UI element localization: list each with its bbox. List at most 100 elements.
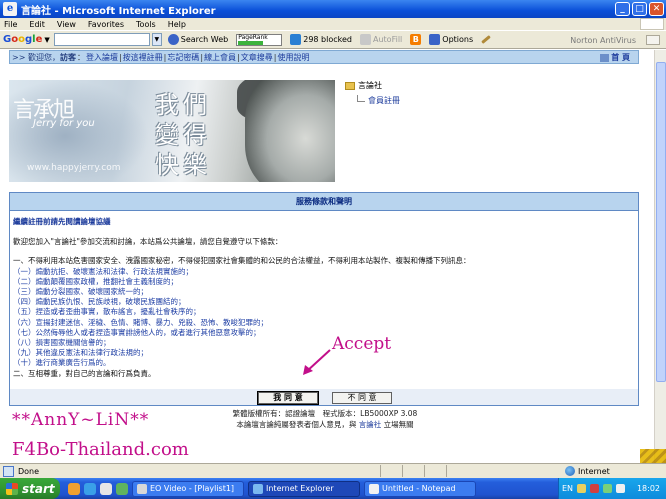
task-notepad[interactable]: Untitled - Notepad xyxy=(364,480,476,497)
windows-taskbar: start EO Video - [Playlist1] Internet Ex… xyxy=(0,478,666,499)
home-link[interactable]: 首 頁 xyxy=(600,52,630,63)
google-menu-caret-icon[interactable]: ▼ xyxy=(44,36,49,44)
footer-forum-link[interactable]: 言論社 xyxy=(359,420,382,429)
welcome-text: 歡迎您， xyxy=(27,52,60,62)
start-button[interactable]: start xyxy=(0,478,60,499)
windows-flag-icon xyxy=(6,482,18,495)
globe-icon xyxy=(565,466,575,476)
banner-subtitle: Jerry for you xyxy=(33,118,95,129)
minimize-button[interactable]: _ xyxy=(615,2,630,16)
quicklaunch-icon[interactable] xyxy=(68,482,80,495)
terms-item: （一）煽動抗拒、破壞憲法和法律、行政法規實施的； xyxy=(13,266,193,276)
tree-root[interactable]: 言論社 xyxy=(345,80,400,91)
banner-calligraphy: 我們 變得快樂 xyxy=(155,91,211,179)
search-icon xyxy=(167,34,179,45)
options-button[interactable]: Options xyxy=(429,34,473,45)
home-icon xyxy=(600,53,610,62)
quicklaunch-media-icon[interactable] xyxy=(116,482,128,495)
window-controls: _ □ ✕ xyxy=(615,2,664,16)
google-logo[interactable]: Google xyxy=(3,34,42,45)
terms-intro: 歡迎您加入"言論社"參加交流和討論，本站爲公共論壇，請您自覺遵守以下條款： xyxy=(13,237,283,247)
menu-edit[interactable]: Edit xyxy=(29,20,45,29)
menu-favorites[interactable]: Favorites xyxy=(88,20,124,29)
window-titlebar[interactable]: e 言論社 - Microsoft Internet Explorer _ □ … xyxy=(0,0,666,18)
status-text: Done xyxy=(18,466,40,476)
watermark-site: F4Bo-Thailand.com xyxy=(12,439,189,460)
google-toolbar: Google ▼ ▼ Search Web PageRank 298 block… xyxy=(0,30,666,49)
tray-icon[interactable] xyxy=(616,484,626,493)
forum-nav-bar: >> 歡迎您， 訪客： 登入論壇 | 按這裡註冊 | 忘記密碼 | 線上會員 | 文章搜… xyxy=(9,50,639,64)
portrait-image xyxy=(245,80,335,182)
guest-label: 訪客 xyxy=(59,52,76,62)
terms-title: 繼續註冊前請先閱讀論壇協議 xyxy=(13,217,111,226)
forum-footer: 繁體版權所有：認證論壇 程式版本：LB5000XP 3.08 本論壇言論純屬發表… xyxy=(180,408,470,430)
quicklaunch-desktop-icon[interactable] xyxy=(100,482,112,495)
location-tree: 言論社 會員註冊 xyxy=(345,80,400,106)
menu-file[interactable]: File xyxy=(4,20,17,29)
disclaimer-line: 本論壇言論純屬發表者個人意見，與 言論社 立場無關 xyxy=(236,420,414,429)
windows-logo-icon xyxy=(640,18,664,30)
quick-launch xyxy=(68,482,128,495)
pencil-icon xyxy=(481,35,491,44)
menu-help[interactable]: Help xyxy=(168,20,186,29)
quicklaunch-ie-icon[interactable] xyxy=(84,482,96,495)
task-internet-explorer[interactable]: Internet Explorer xyxy=(248,480,360,497)
security-zone: Internet xyxy=(565,466,610,476)
window-title: 言論社 - Microsoft Internet Explorer xyxy=(21,5,216,17)
norton-dropdown[interactable] xyxy=(646,35,660,45)
tray-icon[interactable] xyxy=(577,484,587,493)
terms-item: （七）公然侮辱他人或者捏造事實誹謗他人的，或者進行其他惡意攻擊的； xyxy=(13,327,261,337)
search-web-button[interactable]: Search Web xyxy=(167,34,228,45)
terms-section-1: 一、不得利用本站危害國家安全、洩露國家秘密，不得侵犯國家社會集體的和公民的合法權… xyxy=(13,256,471,266)
terms-item: （六）宣揚封建迷信、淫穢、色情、賭博、暴力、兇殺、恐怖、教唆犯罪的； xyxy=(13,317,268,327)
tray-icon[interactable] xyxy=(590,484,600,493)
terms-item: （二）煽動顛覆國家政權，推翻社會主義制度的； xyxy=(13,276,178,286)
close-button[interactable]: ✕ xyxy=(649,2,664,16)
agree-button[interactable]: 我 同 意 xyxy=(257,391,319,405)
nav-help-link[interactable]: 使用說明 xyxy=(277,52,309,63)
tray-icon[interactable] xyxy=(603,484,613,493)
maximize-button[interactable]: □ xyxy=(632,2,647,16)
system-tray: EN 18:02 xyxy=(558,478,666,499)
options-icon xyxy=(429,34,441,45)
autofill-button[interactable]: AutoFill xyxy=(360,34,402,45)
terms-item: （三）煽動分裂國家、破壞國家統一的； xyxy=(13,287,148,297)
popup-blocker-button[interactable]: 298 blocked xyxy=(290,34,352,45)
highlight-button[interactable] xyxy=(481,35,491,44)
nav-register-link[interactable]: 按這裡註冊 xyxy=(123,52,163,63)
page-content: >> 歡迎您， 訪客： 登入論壇 | 按這裡註冊 | 忘記密碼 | 線上會員 | 文章搜… xyxy=(0,50,654,463)
pagerank-indicator[interactable]: PageRank xyxy=(236,33,283,46)
tree-elbow-icon xyxy=(357,95,365,102)
ie-icon: e xyxy=(3,2,17,16)
vertical-scrollbar[interactable] xyxy=(654,50,666,463)
pagerank-bar: PageRank xyxy=(236,33,283,46)
blogger-button[interactable]: B xyxy=(410,34,422,45)
popup-blocker-icon xyxy=(290,34,302,45)
nav-search-link[interactable]: 文章搜尋 xyxy=(241,52,273,63)
scrollbar-thumb[interactable] xyxy=(656,62,666,382)
task-eo-video[interactable]: EO Video - [Playlist1] xyxy=(132,480,244,497)
disagree-button[interactable]: 不 同 意 xyxy=(332,392,392,404)
nav-forgot-password-link[interactable]: 忘記密碼 xyxy=(167,52,199,63)
annotation-arrow-icon xyxy=(303,349,331,375)
nav-online-members-link[interactable]: 線上會員 xyxy=(204,52,236,63)
language-indicator[interactable]: EN xyxy=(562,484,573,493)
tree-child[interactable]: 會員註冊 xyxy=(357,95,400,106)
terms-header: 服務條款和聲明 xyxy=(10,193,638,211)
forum-banner-image[interactable]: 言承旭 Jerry for you 我們 變得快樂 www.happyjerry… xyxy=(9,80,335,182)
menu-bar: File Edit View Favorites Tools Help xyxy=(0,18,666,30)
nav-login-link[interactable]: 登入論壇 xyxy=(86,52,118,63)
notepad-icon xyxy=(369,483,379,494)
menu-view[interactable]: View xyxy=(57,20,76,29)
folder-open-icon xyxy=(345,81,355,90)
norton-antivirus-label[interactable]: Norton AntiVirus xyxy=(570,36,636,45)
ie-task-icon xyxy=(253,483,263,494)
watermark-author: **AnnY~LiN** xyxy=(12,410,150,430)
search-history-dropdown[interactable]: ▼ xyxy=(151,33,162,46)
menu-tools[interactable]: Tools xyxy=(136,20,156,29)
clock: 18:02 xyxy=(636,484,660,493)
accept-annotation: Accept xyxy=(332,334,392,354)
status-bar: Done Internet xyxy=(0,463,666,478)
terms-buttons-row: 我 同 意 不 同 意 xyxy=(9,389,639,406)
google-search-input[interactable] xyxy=(53,33,150,46)
